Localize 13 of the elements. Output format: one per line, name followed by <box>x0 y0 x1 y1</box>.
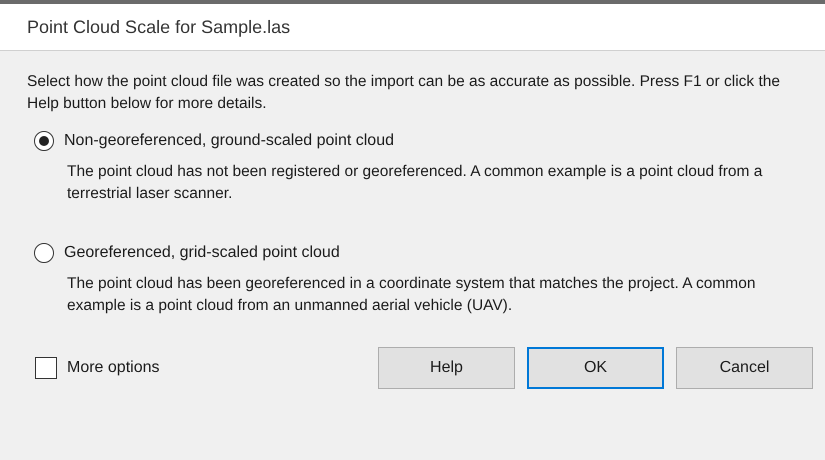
checkbox[interactable] <box>35 357 57 379</box>
option-description: The point cloud has been georeferenced in a coordinate system that matches the project. A common example is a point cloud from an unmanned aerial vehicle (UAV). <box>67 274 756 316</box>
dialog-button[interactable]: Help <box>378 347 515 389</box>
instruction-text: Select how the point cloud file was created so the import can be as accurate as possible. Press F1 or click the Help button below for more details. <box>27 72 781 114</box>
option-label[interactable]: Non-georeferenced, ground-scaled point cloud <box>64 132 394 150</box>
radio-button[interactable] <box>34 131 54 151</box>
option-label[interactable]: Georeferenced, grid-scaled point cloud <box>64 244 340 262</box>
window-title: Point Cloud Scale for Sample.las <box>27 16 290 38</box>
option-description: The point cloud has not been registered or georeferenced. A common example is a point cloud from a terrestrial laser scanner. <box>67 162 764 204</box>
dialog-button[interactable]: Cancel <box>676 347 813 389</box>
radio-button[interactable] <box>34 243 54 263</box>
checkbox-label[interactable]: More options <box>67 359 160 377</box>
dialog-button[interactable]: OK <box>527 347 664 389</box>
